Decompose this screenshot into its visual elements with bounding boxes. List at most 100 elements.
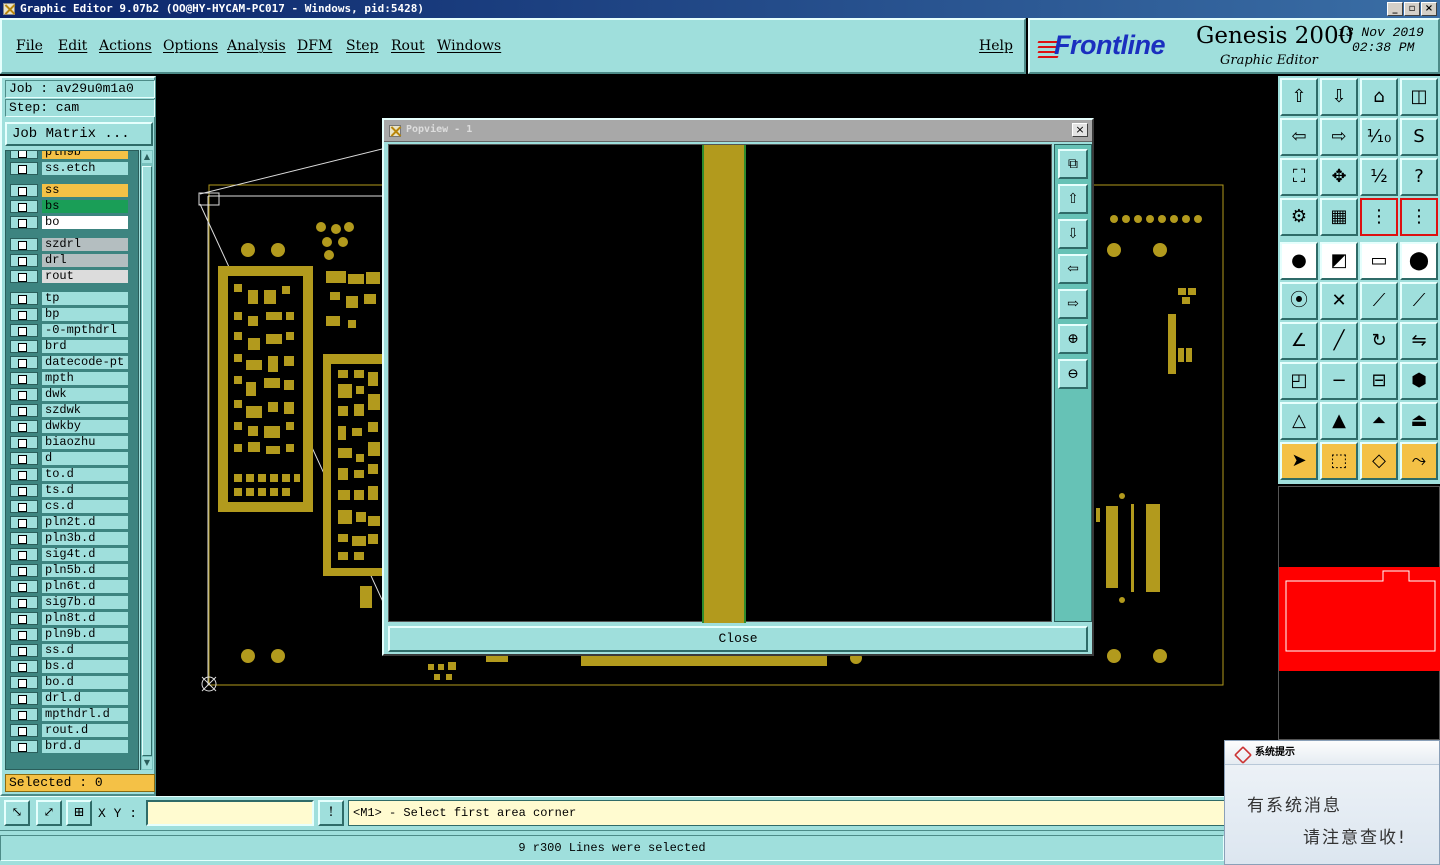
node-connect-icon[interactable]: ⦿ (1280, 282, 1318, 320)
menu-dfm[interactable]: DFM (297, 38, 332, 54)
rotate-icon[interactable]: ↻ (1360, 322, 1398, 360)
layer-checkbox[interactable] (10, 254, 38, 267)
layer-name[interactable]: sig7b.d (42, 596, 128, 609)
layer-name[interactable]: bs (42, 200, 128, 213)
layer-name[interactable]: bs.d (42, 660, 128, 673)
pan-left-icon[interactable]: ⇦ (1058, 254, 1088, 284)
layer-checkbox[interactable] (10, 200, 38, 213)
layer-checkbox[interactable] (10, 660, 38, 673)
layer-row[interactable]: drl.d (8, 691, 128, 705)
layer-row[interactable]: bo.d (8, 675, 128, 689)
ruler-icon[interactable]: ▭ (1360, 242, 1398, 280)
layer-name[interactable]: dwk (42, 388, 128, 401)
window-title-bar[interactable]: Graphic Editor 9.07b2 (OO@HY-HYCAM-PC017… (0, 0, 1440, 18)
layer-checkbox[interactable] (10, 324, 38, 337)
layer-row[interactable]: bp (8, 307, 128, 321)
layer-checkbox[interactable] (10, 628, 38, 641)
window-close-button[interactable]: × (1421, 2, 1437, 16)
menu-windows[interactable]: Windows (437, 38, 501, 54)
settings-icon[interactable]: ⚙ (1280, 198, 1318, 236)
menu-step[interactable]: Step (346, 38, 378, 54)
pointer-route-icon[interactable]: ⤳ (1400, 442, 1438, 480)
layer-row[interactable]: drl (8, 253, 128, 267)
scroll-down-icon[interactable]: ▼ (142, 757, 152, 769)
layer-row[interactable]: d (8, 451, 128, 465)
layer-checkbox[interactable] (10, 270, 38, 283)
pan-right-tool-icon[interactable]: ⇨ (1320, 118, 1358, 156)
layer-checkbox[interactable] (10, 676, 38, 689)
angle-icon[interactable]: ∠ (1280, 322, 1318, 360)
layer-checkbox[interactable] (10, 388, 38, 401)
layer-name[interactable]: pln5b.d (42, 564, 128, 577)
layer-checkbox[interactable] (10, 548, 38, 561)
layer-name[interactable]: brd (42, 340, 128, 353)
layer-row[interactable]: pln9b (8, 151, 128, 159)
pad-select-icon[interactable]: ● (1280, 242, 1318, 280)
layer-name[interactable]: szdwk (42, 404, 128, 417)
layer-name[interactable]: sig4t.d (42, 548, 128, 561)
layer-row[interactable]: biaozhu (8, 435, 128, 449)
line-select-icon[interactable]: ◩ (1320, 242, 1358, 280)
menu-help[interactable]: Help (979, 38, 1013, 54)
layer-row[interactable]: tp (8, 291, 128, 305)
zoom-1to2-icon[interactable]: ½ (1360, 158, 1398, 196)
system-notification[interactable]: 系统提示 有系统消息 请注意查收! (1224, 740, 1440, 865)
layer-row[interactable]: bs.d (8, 659, 128, 673)
layer-checkbox[interactable] (10, 724, 38, 737)
line-blue-icon[interactable]: ⟋ (1400, 282, 1438, 320)
layer-name[interactable]: szdrl (42, 238, 128, 251)
alert-icon[interactable]: ! (318, 800, 344, 826)
pointer-diamond-icon[interactable]: ◇ (1360, 442, 1398, 480)
triangle-icon[interactable]: △ (1280, 402, 1318, 440)
layer-row[interactable]: rout (8, 269, 128, 283)
layer-row[interactable]: datecode-pt (8, 355, 128, 369)
cross-select-icon[interactable]: ✕ (1320, 282, 1358, 320)
layer-checkbox[interactable] (10, 612, 38, 625)
home-icon[interactable]: ⌂ (1360, 78, 1398, 116)
layer-name[interactable]: rout (42, 270, 128, 283)
layer-checkbox[interactable] (10, 238, 38, 251)
minus-icon[interactable]: − (1320, 362, 1358, 400)
layer-name[interactable]: pln3b.d (42, 532, 128, 545)
layer-row[interactable]: sig4t.d (8, 547, 128, 561)
layer-name[interactable]: pln2t.d (42, 516, 128, 529)
nets-icon[interactable]: ⋮ (1360, 198, 1398, 236)
line-red-icon[interactable]: ⟋ (1360, 282, 1398, 320)
triangle-frame-icon[interactable]: ⏶ (1360, 402, 1398, 440)
layer-row[interactable]: dwkby (8, 419, 128, 433)
layer-name[interactable]: pln8t.d (42, 612, 128, 625)
menu-rout[interactable]: Rout (391, 38, 425, 54)
layer-list-scrollbar[interactable]: ▲ ▼ (140, 150, 153, 770)
measure-icon[interactable]: ⊟ (1360, 362, 1398, 400)
layer-row[interactable]: -0-mpthdrl (8, 323, 128, 337)
minimize-button[interactable]: _ (1387, 2, 1403, 16)
nets-alt-icon[interactable]: ⋮ (1400, 198, 1438, 236)
layer-checkbox[interactable] (10, 644, 38, 657)
layer-name[interactable]: tp (42, 292, 128, 305)
popview-close-button[interactable]: Close (388, 626, 1088, 652)
triangle-alt-icon[interactable]: ▲ (1320, 402, 1358, 440)
layer-name[interactable]: bp (42, 308, 128, 321)
layer-checkbox[interactable] (10, 420, 38, 433)
triangle-cut-icon[interactable]: ⏏ (1400, 402, 1438, 440)
pan-down-icon[interactable]: ⇩ (1058, 219, 1088, 249)
layer-name[interactable]: mpthdrl.d (42, 708, 128, 721)
layer-name[interactable]: brd.d (42, 740, 128, 753)
layer-name[interactable]: bo (42, 216, 128, 229)
layer-checkbox[interactable] (10, 484, 38, 497)
layer-row[interactable]: sig7b.d (8, 595, 128, 609)
layer-name[interactable]: ss.etch (42, 162, 128, 175)
layer-row[interactable]: bs (8, 199, 128, 213)
layer-row[interactable]: ts.d (8, 483, 128, 497)
layer-row[interactable]: to.d (8, 467, 128, 481)
layer-checkbox[interactable] (10, 532, 38, 545)
layer-name[interactable]: pln6t.d (42, 580, 128, 593)
snap-icon[interactable]: S (1400, 118, 1438, 156)
scrollbar-thumb[interactable] (142, 166, 152, 756)
layer-name[interactable]: cs.d (42, 500, 128, 513)
layer-checkbox[interactable] (10, 372, 38, 385)
restore-button[interactable]: ▫ (1404, 2, 1420, 16)
snap-tool-icon[interactable]: ⤢ (36, 800, 62, 826)
layer-name[interactable]: drl.d (42, 692, 128, 705)
layer-checkbox[interactable] (10, 452, 38, 465)
